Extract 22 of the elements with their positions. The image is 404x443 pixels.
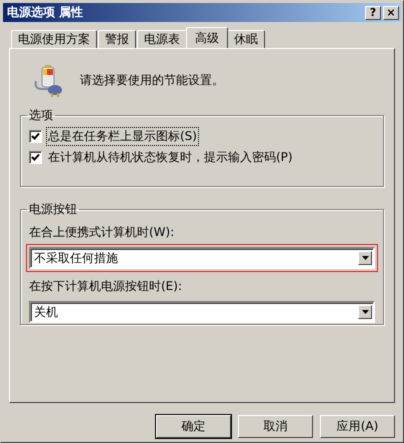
field-label: 在合上便携式计算机时(W): (29, 224, 176, 241)
group-title: 电源按钮 (28, 201, 78, 218)
intro-text: 请选择要使用的节能设置。 (80, 72, 224, 88)
dropdown[interactable]: 关机 (29, 301, 375, 323)
checkbox[interactable] (29, 130, 42, 143)
checkbox-label[interactable]: 总是在任务栏上显示图标(S) (46, 127, 199, 146)
checkbox-label[interactable]: 在计算机从待机状态恢复时，提示输入密码(P) (46, 148, 295, 167)
tab[interactable]: 高级 (186, 27, 228, 48)
tab[interactable]: 电源表 (137, 30, 187, 48)
dialog-button[interactable]: 确定 (156, 415, 231, 438)
tab[interactable]: 警报 (98, 30, 136, 48)
checkbox[interactable] (29, 151, 42, 164)
dialog-button[interactable]: 取消 (238, 415, 313, 438)
group-title: 选项 (28, 107, 54, 124)
dialog-button[interactable]: 应用(A) (320, 415, 395, 438)
tab[interactable]: 休眠 (227, 30, 265, 48)
close-button[interactable]: × (383, 6, 399, 20)
field-label: 在按下计算机电源按钮时(E): (29, 278, 183, 295)
tab[interactable]: 电源使用方案 (11, 30, 97, 48)
window-title: 电源选项 属性 (7, 4, 84, 21)
dropdown[interactable]: 不采取任何措施 (29, 247, 375, 269)
help-button[interactable]: ? (365, 6, 381, 20)
